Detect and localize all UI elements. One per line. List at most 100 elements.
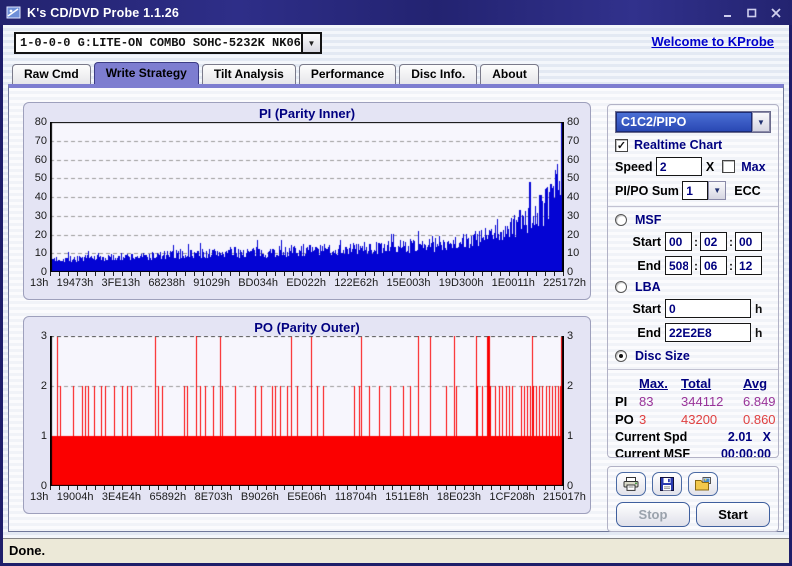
lba-start-input[interactable]	[665, 299, 751, 318]
pipo-sum-input[interactable]	[682, 181, 709, 200]
pi-yaxis-right: 0 10 20 30 40 50 60 70 80	[567, 116, 580, 278]
tab-about[interactable]: About	[480, 64, 539, 84]
control-panel: C1C2/PIPO ▼ ✓ Realtime Chart Speed X Max	[607, 104, 779, 458]
welcome-link[interactable]: Welcome to KProbe	[651, 34, 774, 49]
msf-end-min[interactable]	[665, 256, 692, 275]
close-icon[interactable]	[770, 7, 782, 18]
title-bar: K's CD/DVD Probe 1.1.26	[0, 0, 792, 25]
msf-end-label: End	[637, 258, 661, 273]
lba-label: LBA	[635, 280, 661, 294]
msf-end-frame[interactable]	[735, 256, 762, 275]
tab-raw-cmd[interactable]: Raw Cmd	[12, 64, 91, 84]
pi-avg: 6.849	[743, 394, 776, 409]
hex-unit: h	[755, 301, 763, 316]
po-chart-canvas	[50, 336, 564, 486]
hex-unit: h	[755, 325, 763, 340]
current-msf-label: Current MSF	[615, 447, 690, 458]
po-max: 3	[639, 412, 647, 427]
pi-xaxis-labels: 13h 19473h 3FE13h 68238h 91029h BD034h ED022h 1…	[30, 277, 586, 289]
separator: :	[694, 258, 698, 273]
lba-end-label: End	[637, 325, 661, 340]
maximize-icon[interactable]	[746, 7, 758, 18]
save-button[interactable]	[652, 472, 682, 496]
chevron-down-icon[interactable]: ▼	[752, 112, 770, 132]
stats-header-avg: Avg	[743, 376, 768, 391]
app-icon	[6, 6, 21, 19]
stats-header-max: Max.	[639, 376, 668, 391]
current-msf-value: 00:00:00	[720, 447, 771, 458]
pipo-sum-label: PI/PO Sum	[615, 183, 679, 198]
pi-yaxis-left: 0 10 20 30 40 50 60 70 80	[34, 116, 47, 278]
chevron-down-icon[interactable]: ▼	[708, 181, 727, 200]
realtime-chart-checkbox[interactable]: ✓	[615, 138, 628, 152]
tab-write-strategy[interactable]: Write Strategy	[93, 62, 199, 84]
device-select-value: 1-0-0-0 G:LITE-ON COMBO SOHC-5232K NK06	[20, 36, 301, 50]
print-button[interactable]	[616, 472, 646, 496]
po-row-label: PO	[615, 412, 634, 427]
max-checkbox[interactable]	[722, 160, 736, 173]
pi-max: 83	[639, 394, 654, 409]
po-chart-title: PO (Parity Outer)	[254, 320, 360, 335]
msf-label: MSF	[635, 213, 662, 227]
separator: :	[694, 234, 698, 249]
po-yaxis-left: 0123	[40, 330, 47, 492]
disc-size-radio[interactable]	[615, 350, 627, 362]
minimize-icon[interactable]	[722, 7, 734, 18]
separator: :	[729, 234, 733, 249]
pi-chart-canvas	[50, 122, 564, 272]
status-bar: Done.	[3, 538, 789, 563]
printer-icon	[623, 477, 639, 491]
msf-end-sec[interactable]	[700, 256, 727, 275]
speed-input[interactable]	[655, 157, 702, 176]
floppy-disk-icon	[660, 477, 674, 491]
actions-panel: Stop Start	[607, 466, 779, 532]
stats-header-total: Total	[681, 376, 712, 391]
stats-section: Max. Total Avg PI 83 344112 6.849 PO 3 4…	[608, 369, 778, 458]
separator: :	[729, 258, 733, 273]
speed-unit: X	[705, 159, 715, 174]
tab-tilt-analysis[interactable]: Tilt Analysis	[201, 64, 296, 84]
tab-bar: Raw Cmd Write Strategy Tilt Analysis Per…	[12, 62, 539, 84]
po-avg: 0.860	[743, 412, 776, 427]
window-body: 1-0-0-0 G:LITE-ON COMBO SOHC-5232K NK06 …	[3, 25, 789, 563]
disc-size-label: Disc Size	[635, 349, 690, 363]
msf-start-label: Start	[632, 234, 661, 249]
realtime-chart-label: Realtime Chart	[634, 138, 723, 152]
pi-xaxis-ticks	[50, 272, 564, 276]
tab-performance[interactable]: Performance	[298, 64, 397, 84]
po-yaxis-right: 0123	[567, 330, 574, 492]
ecc-label: ECC	[734, 183, 761, 198]
mode-select-value: C1C2/PIPO	[616, 112, 752, 132]
lba-start-label: Start	[632, 301, 661, 316]
po-total: 43200	[681, 412, 718, 427]
mode-section: C1C2/PIPO ▼ ✓ Realtime Chart Speed X Max	[608, 105, 778, 206]
max-label: Max	[741, 159, 766, 174]
window-title: K's CD/DVD Probe 1.1.26	[27, 5, 180, 20]
capture-button[interactable]	[688, 472, 718, 496]
tab-disc-info[interactable]: Disc Info.	[399, 64, 478, 84]
mode-select[interactable]: C1C2/PIPO ▼	[615, 111, 771, 133]
po-xaxis-labels: 13h 19004h 3E4E4h 65892h 8E703h B9026h E5E06h 1…	[30, 491, 586, 503]
pi-total: 344112	[681, 394, 724, 409]
check-icon: ✓	[616, 139, 627, 152]
msf-radio[interactable]	[615, 214, 627, 226]
app-window: K's CD/DVD Probe 1.1.26 1-0-0-0 G:LITE-O…	[0, 0, 792, 566]
status-text: Done.	[9, 543, 46, 558]
current-spd-value: 2.01 X	[727, 430, 771, 444]
range-section: MSF Start : : End : :	[608, 206, 778, 369]
lba-radio[interactable]	[615, 281, 627, 293]
pi-chart-title: PI (Parity Inner)	[258, 106, 356, 121]
msf-start-frame[interactable]	[735, 232, 762, 251]
chevron-down-icon[interactable]: ▼	[301, 34, 320, 52]
write-strategy-page: PI (Parity Inner) 0 10 20 30 40 50 60 70 80 0 10 2…	[8, 84, 784, 532]
msf-start-min[interactable]	[665, 232, 692, 251]
speed-label: Speed	[615, 159, 653, 174]
current-spd-label: Current Spd	[615, 430, 688, 444]
stop-button[interactable]: Stop	[616, 502, 690, 527]
lba-end-input[interactable]	[665, 323, 751, 342]
start-button[interactable]: Start	[696, 502, 770, 527]
msf-start-sec[interactable]	[700, 232, 727, 251]
device-select[interactable]: 1-0-0-0 G:LITE-ON COMBO SOHC-5232K NK06 …	[14, 32, 322, 54]
image-folder-icon	[695, 477, 711, 491]
po-xaxis-ticks	[50, 486, 564, 490]
